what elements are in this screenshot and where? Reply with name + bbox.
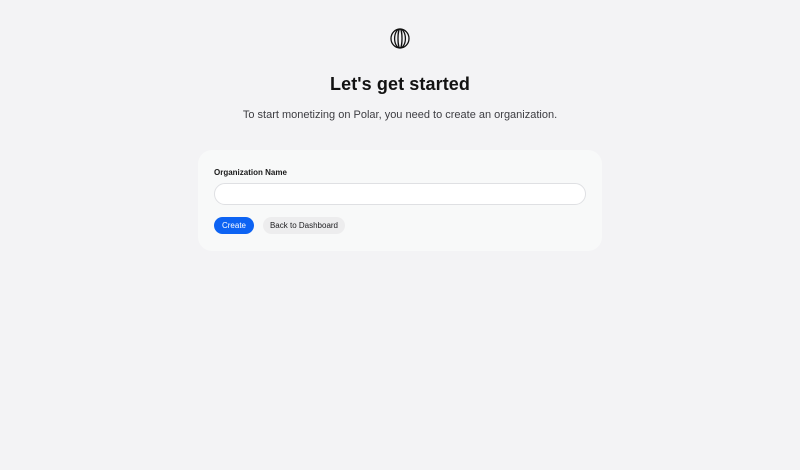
- polar-logo-icon: [390, 28, 410, 49]
- page-title: Let's get started: [329, 74, 470, 94]
- organization-name-input[interactable]: [214, 183, 586, 205]
- organization-name-label: Organization Name: [214, 168, 287, 177]
- page-subtitle: To start monetizing on Polar, you need t…: [242, 109, 558, 121]
- create-organization-card: Organization Name Create Back to Dashboa…: [198, 150, 602, 251]
- back-to-dashboard-button[interactable]: Back to Dashboard: [263, 217, 345, 234]
- create-button[interactable]: Create: [214, 217, 254, 234]
